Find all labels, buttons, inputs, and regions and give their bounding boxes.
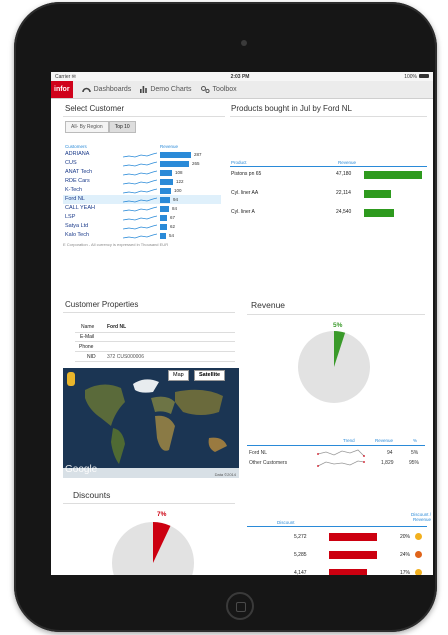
discount-bar bbox=[329, 533, 377, 541]
discount-list: 5,272 20% 5,285 24% 4,147 17% bbox=[51, 72, 433, 575]
discount-ratio: 20% bbox=[400, 534, 411, 540]
discount-value: 4,147 bbox=[294, 570, 307, 575]
discount-row[interactable]: 5,272 20% bbox=[248, 530, 426, 543]
discount-value: 5,272 bbox=[294, 534, 307, 540]
discount-status-dot-icon bbox=[415, 551, 422, 558]
discount-ratio: 24% bbox=[400, 552, 411, 558]
camera-dot bbox=[241, 40, 247, 46]
screen: Carrier ✉ 2:03 PM 100% infor Dashboards … bbox=[51, 72, 433, 575]
discount-bar bbox=[329, 569, 367, 575]
home-button[interactable] bbox=[226, 592, 254, 620]
discount-row[interactable]: 5,285 24% bbox=[248, 548, 426, 561]
discount-bar bbox=[329, 551, 377, 559]
discount-row[interactable]: 4,147 17% bbox=[248, 566, 426, 575]
ipad-frame: Carrier ✉ 2:03 PM 100% infor Dashboards … bbox=[14, 2, 437, 632]
discount-status-dot-icon bbox=[415, 569, 422, 575]
discount-status-dot-icon bbox=[415, 533, 422, 540]
discount-ratio: 17% bbox=[400, 570, 411, 575]
discount-value: 5,285 bbox=[294, 552, 307, 558]
